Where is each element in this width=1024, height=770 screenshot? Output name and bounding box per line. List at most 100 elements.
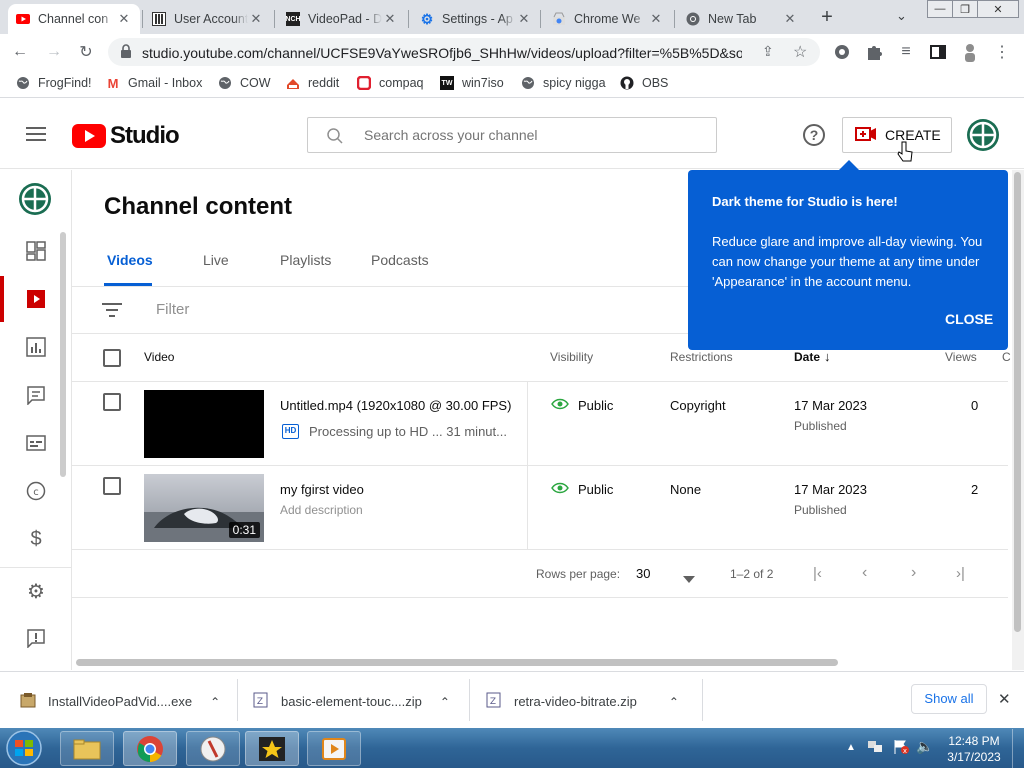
tab-channel-content[interactable]: Channel con ✕ [8,4,140,34]
close-downloads-icon[interactable]: ✕ [998,690,1011,708]
video-description[interactable]: Add description [280,503,363,517]
tab-close-icon[interactable]: ✕ [382,11,398,27]
video-title[interactable]: Untitled.mp4 (1920x1080 @ 30.00 FPS) [280,398,511,413]
tab-close-icon[interactable]: ✕ [648,11,664,27]
bookmark-win7iso[interactable]: TW win7iso [440,76,504,90]
tab-search-chevron-icon[interactable]: ⌄ [896,8,907,24]
restore-window-button[interactable]: ❐ [952,0,978,18]
network-icon[interactable] [866,739,884,758]
tab-videos[interactable]: Videos [107,252,153,268]
help-icon[interactable]: ? [803,124,825,146]
close-window-button[interactable]: ✕ [977,0,1019,18]
side-panel-icon[interactable] [928,42,948,62]
column-header-visibility[interactable]: Visibility [550,350,593,364]
column-header-date[interactable]: Date [794,350,820,364]
sidebar-scrollbar[interactable] [60,232,66,477]
new-tab-button[interactable]: + [816,6,838,28]
show-all-button[interactable]: Show all [911,684,987,714]
bookmark-compaq[interactable]: compaq [357,76,423,90]
channel-avatar-icon[interactable] [18,182,52,219]
download-options-chevron-icon[interactable]: ⌃ [440,695,450,709]
bookmark-spicy[interactable]: spicy nigga [521,76,606,90]
taskbar-chrome-button[interactable] [123,731,177,766]
hamburger-menu-icon[interactable] [26,126,46,145]
bookmark-cow[interactable]: COW [218,76,271,90]
copyright-icon[interactable]: c [24,479,48,503]
tab-podcasts[interactable]: Podcasts [371,252,429,268]
browser-menu-icon[interactable]: ⋮ [992,42,1012,62]
show-desktop-button[interactable] [1012,729,1024,768]
download-options-chevron-icon[interactable]: ⌃ [669,695,679,709]
column-header-comments[interactable]: C [1002,350,1011,364]
dashboard-icon[interactable] [24,239,48,263]
vertical-scrollbar-thumb[interactable] [1014,172,1021,632]
bookmark-reddit[interactable]: reddit [286,76,339,90]
filter-icon[interactable] [102,302,122,321]
extensions-puzzle-icon[interactable] [864,42,884,62]
download-item[interactable]: Z retra-video-bitrate.zip ⌃ [486,692,679,711]
tab-close-icon[interactable]: ✕ [516,11,532,27]
volume-speaker-icon[interactable]: 🔈 [916,738,933,755]
analytics-icon[interactable] [24,335,48,359]
rows-per-page-select[interactable]: 30 [636,566,650,581]
tab-videopad[interactable]: NCH VideoPad - D ✕ [278,4,406,34]
taskbar-date[interactable]: 3/17/2023 [944,750,1004,764]
tab-new-tab[interactable]: New Tab ✕ [678,4,806,34]
forward-arrow-icon[interactable]: → [44,42,64,62]
download-options-chevron-icon[interactable]: ⌃ [210,695,220,709]
video-thumbnail[interactable] [144,390,264,458]
last-page-icon[interactable]: ›| [956,565,965,582]
start-button[interactable] [4,729,44,767]
next-page-icon[interactable]: › [911,564,916,582]
horizontal-scrollbar-thumb[interactable] [76,659,838,666]
back-arrow-icon[interactable]: ← [10,42,30,62]
video-title[interactable]: my fgirst video [280,482,364,497]
show-hidden-icons-icon[interactable]: ▲ [846,742,856,753]
media-queue-icon[interactable]: ≡ [896,42,916,62]
tab-playlists[interactable]: Playlists [280,252,331,268]
sort-down-arrow-icon[interactable]: ↓ [824,349,831,364]
first-page-icon[interactable]: |‹ [813,565,822,582]
select-all-checkbox[interactable] [103,349,121,367]
column-header-restrictions[interactable]: Restrictions [670,350,733,364]
studio-logo[interactable]: Studio [72,122,180,150]
taskbar-explorer-button[interactable] [60,731,114,766]
column-header-views[interactable]: Views [945,350,977,364]
filter-input[interactable]: Filter [156,301,189,318]
taskbar-time[interactable]: 12:48 PM [944,734,1004,748]
address-bar[interactable]: studio.youtube.com/channel/UCFSE9VaYweSR… [108,38,820,66]
minimize-window-button[interactable]: — [927,0,953,18]
tab-close-icon[interactable]: ✕ [782,11,798,27]
tab-close-icon[interactable]: ✕ [116,11,132,27]
bookmark-frogfind[interactable]: FrogFind! [16,76,92,90]
feedback-icon[interactable] [24,626,48,650]
content-icon[interactable] [24,287,48,311]
subtitles-icon[interactable] [24,431,48,455]
profile-avatar-icon[interactable] [960,42,980,62]
taskbar-app-button[interactable] [186,731,240,766]
share-icon[interactable]: ⇪ [762,43,774,60]
bookmark-obs[interactable]: OBS [620,76,668,90]
earn-dollar-icon[interactable]: $ [24,527,48,551]
previous-page-icon[interactable]: ‹ [862,564,867,582]
restrictions-value[interactable]: None [670,482,701,497]
popup-close-button[interactable]: CLOSE [945,311,993,327]
action-center-flag-icon[interactable]: x [892,739,910,758]
bookmark-gmail[interactable]: M Gmail - Inbox [106,76,203,91]
visibility-value[interactable]: Public [578,398,613,413]
download-item[interactable]: Z basic-element-touc....zip ⌃ [253,692,450,711]
row-checkbox[interactable] [103,477,121,495]
video-thumbnail[interactable]: 0:31 [144,474,264,542]
settings-gear-icon[interactable]: ⚙ [24,579,48,603]
account-avatar-icon[interactable] [966,118,1000,155]
dropdown-triangle-icon[interactable] [683,571,695,586]
search-input[interactable] [364,127,694,143]
channel-search-box[interactable] [307,117,717,153]
tab-user-account[interactable]: User Account ✕ [144,4,272,34]
comments-icon[interactable] [24,383,48,407]
bookmark-star-icon[interactable]: ☆ [793,42,807,62]
visibility-value[interactable]: Public [578,482,613,497]
taskbar-videopad-button[interactable] [245,731,299,766]
tab-chrome-web-store[interactable]: Chrome We ✕ [544,4,672,34]
taskbar-media-button[interactable] [307,731,361,766]
